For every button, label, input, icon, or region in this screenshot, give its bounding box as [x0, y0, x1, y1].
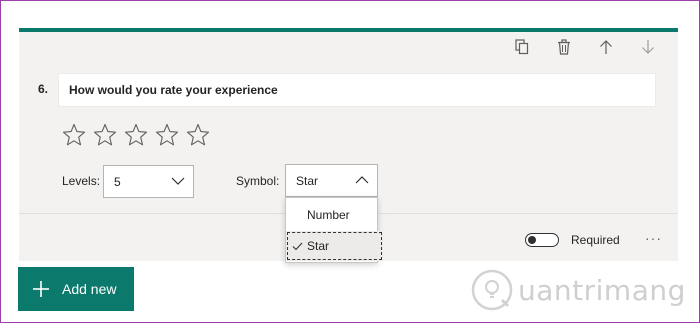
arrow-down-icon[interactable] — [638, 38, 658, 56]
symbol-select[interactable]: Star — [285, 164, 378, 197]
levels-label: Levels: — [62, 174, 101, 188]
arrow-up-icon[interactable] — [596, 38, 616, 56]
chevron-up-icon — [355, 176, 369, 184]
question-title-input[interactable]: How would you rate your experience — [58, 73, 656, 107]
levels-select[interactable]: 5 — [103, 165, 194, 198]
trash-icon[interactable] — [554, 38, 574, 56]
required-label: Required — [571, 233, 620, 247]
add-new-button[interactable]: Add new — [18, 267, 134, 311]
required-toggle[interactable] — [525, 233, 559, 247]
watermark-bulb-icon — [471, 269, 513, 311]
star-icon[interactable] — [155, 123, 179, 147]
star-icon[interactable] — [186, 123, 210, 147]
levels-value: 5 — [114, 174, 121, 189]
more-options-icon[interactable]: ··· — [645, 230, 662, 246]
card-accent-bar — [19, 28, 678, 32]
toggle-knob — [528, 235, 536, 244]
star-icon[interactable] — [62, 123, 86, 147]
menu-option-number[interactable]: Number — [286, 200, 398, 230]
rating-stars — [62, 123, 210, 147]
menu-option-label: Number — [307, 208, 350, 222]
symbol-label: Symbol: — [236, 174, 280, 188]
menu-option-label: Star — [307, 239, 330, 253]
check-icon — [292, 242, 303, 250]
star-icon[interactable] — [124, 123, 148, 147]
chevron-down-icon — [171, 177, 185, 185]
copy-icon[interactable] — [512, 38, 532, 56]
star-icon[interactable] — [93, 123, 117, 147]
menu-option-star[interactable]: Star — [286, 231, 383, 261]
symbol-dropdown-menu: Number Star — [285, 197, 383, 263]
question-title-text: How would you rate your experience — [69, 83, 278, 97]
add-new-label: Add new — [62, 281, 117, 297]
watermark-logo: uantrimang — [470, 264, 686, 316]
watermark-text: uantrimang — [518, 273, 686, 307]
symbol-value: Star — [296, 173, 319, 188]
question-number: 6. — [38, 82, 49, 96]
plus-icon — [33, 281, 49, 297]
